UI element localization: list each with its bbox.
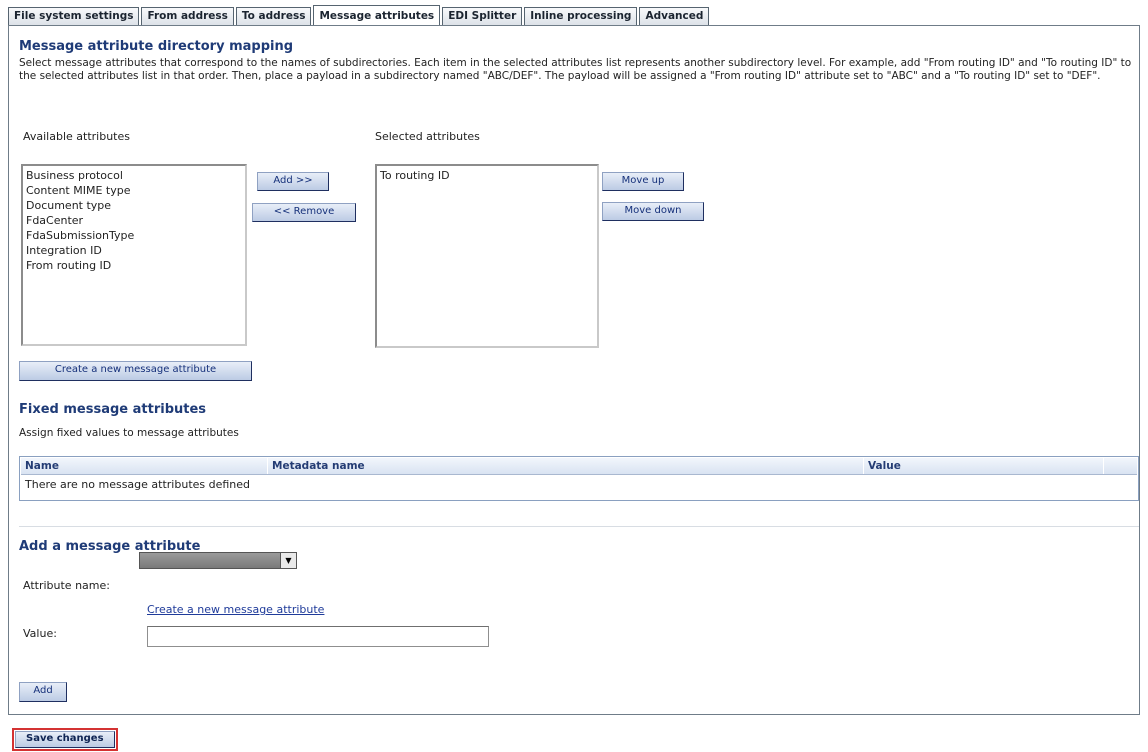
table-empty-message: There are no message attributes defined bbox=[25, 478, 251, 491]
mapping-title: Message attribute directory mapping bbox=[19, 39, 294, 54]
list-item[interactable]: Document type bbox=[26, 198, 242, 213]
fixed-attributes-title: Fixed message attributes bbox=[19, 402, 207, 417]
tab-edi-splitter[interactable]: EDI Splitter bbox=[442, 7, 523, 25]
tab-bar: File system settings From address To add… bbox=[8, 5, 710, 25]
add-attribute-button[interactable]: Add bbox=[19, 682, 67, 702]
list-item[interactable]: Business protocol bbox=[26, 168, 242, 183]
attribute-name-label: Attribute name: bbox=[23, 579, 110, 592]
column-header-actions bbox=[1103, 458, 1139, 474]
tab-inline-processing[interactable]: Inline processing bbox=[524, 7, 638, 25]
table-header: Name Metadata name Value bbox=[21, 458, 1137, 475]
tab-message-attributes[interactable]: Message attributes bbox=[313, 5, 441, 25]
column-header-value[interactable]: Value bbox=[863, 458, 1103, 474]
section-divider bbox=[19, 526, 1139, 527]
attribute-name-select[interactable]: ▼ bbox=[139, 552, 297, 569]
tab-file-system-settings[interactable]: File system settings bbox=[8, 7, 140, 25]
fixed-attributes-table: Name Metadata name Value There are no me… bbox=[19, 456, 1139, 501]
column-header-metadata-name[interactable]: Metadata name bbox=[267, 458, 863, 474]
value-input[interactable] bbox=[147, 626, 489, 647]
move-down-button[interactable]: Move down bbox=[602, 202, 704, 221]
save-changes-button[interactable]: Save changes bbox=[15, 731, 115, 748]
list-item[interactable]: FdaSubmissionType bbox=[26, 228, 242, 243]
settings-panel: Message attribute directory mapping Sele… bbox=[8, 25, 1140, 715]
tab-to-address[interactable]: To address bbox=[235, 7, 312, 25]
list-item[interactable]: To routing ID bbox=[380, 168, 594, 183]
selected-attributes-list[interactable]: To routing ID bbox=[375, 164, 599, 348]
list-item[interactable]: Integration ID bbox=[26, 243, 242, 258]
chevron-down-icon[interactable]: ▼ bbox=[280, 553, 296, 568]
available-attributes-label: Available attributes bbox=[23, 130, 130, 143]
create-message-attribute-button[interactable]: Create a new message attribute bbox=[19, 361, 252, 381]
save-highlight: Save changes bbox=[12, 728, 118, 751]
tab-advanced[interactable]: Advanced bbox=[639, 7, 710, 25]
remove-button[interactable]: << Remove bbox=[252, 203, 356, 222]
mapping-description: Select message attributes that correspon… bbox=[19, 57, 1132, 82]
column-header-name[interactable]: Name bbox=[21, 458, 267, 474]
move-up-button[interactable]: Move up bbox=[602, 172, 684, 191]
selected-attributes-label: Selected attributes bbox=[375, 130, 480, 143]
tab-from-address[interactable]: From address bbox=[141, 7, 234, 25]
list-item[interactable]: FdaCenter bbox=[26, 213, 242, 228]
available-attributes-list[interactable]: Business protocol Content MIME type Docu… bbox=[21, 164, 247, 346]
create-message-attribute-link[interactable]: Create a new message attribute bbox=[147, 603, 324, 616]
fixed-attributes-subtitle: Assign fixed values to message attribute… bbox=[19, 427, 239, 439]
list-item[interactable]: From routing ID bbox=[26, 258, 242, 273]
value-label: Value: bbox=[23, 627, 57, 640]
list-item[interactable]: Content MIME type bbox=[26, 183, 242, 198]
add-button[interactable]: Add >> bbox=[257, 172, 329, 191]
